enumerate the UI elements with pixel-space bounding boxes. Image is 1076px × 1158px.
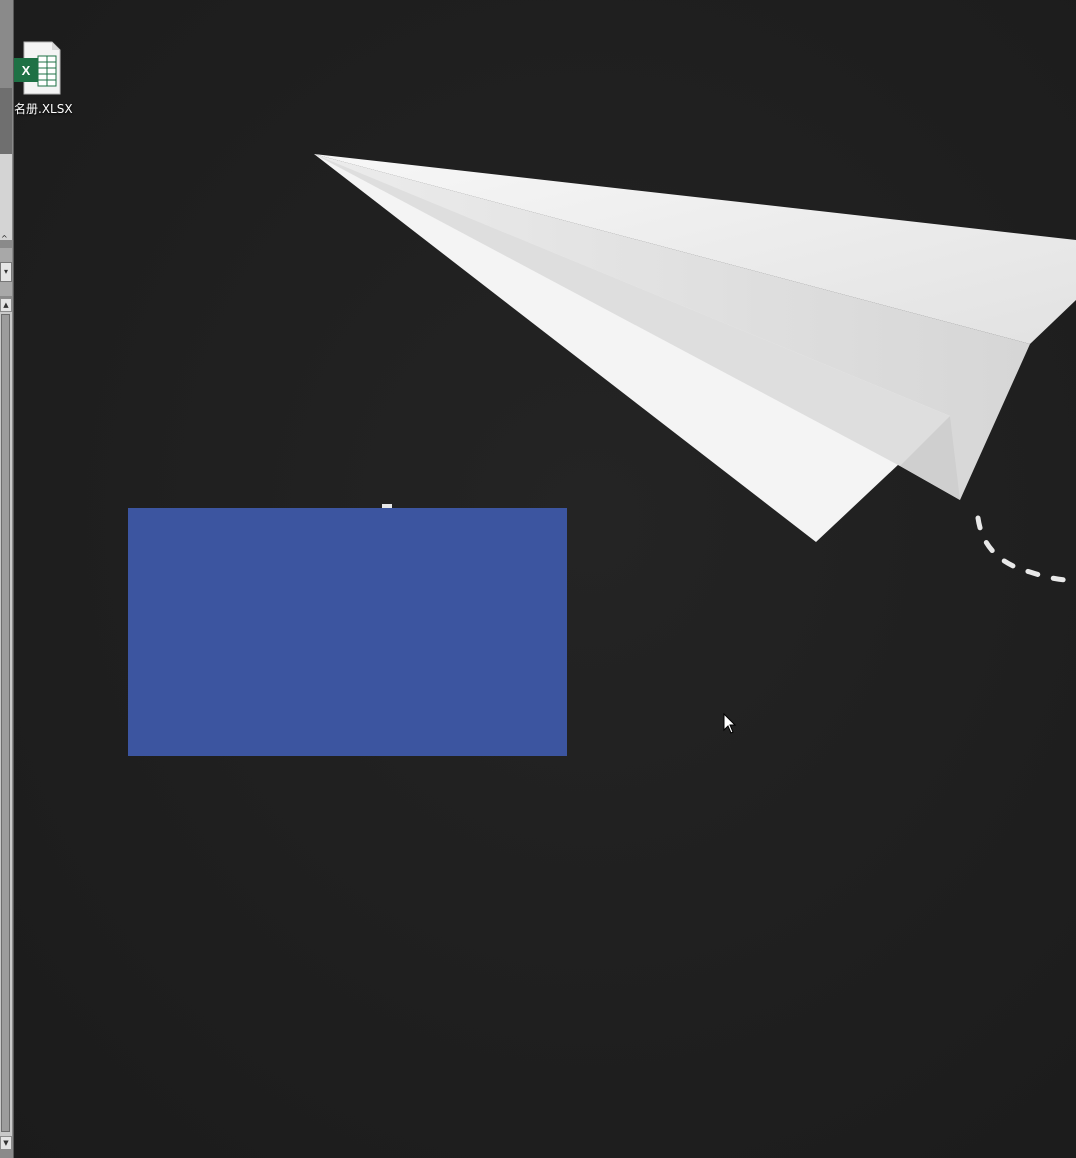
collapse-caret-icon[interactable]: ^ xyxy=(1,234,8,243)
excel-file-icon: X xyxy=(14,41,61,95)
scrollbar-thumb[interactable] xyxy=(1,314,10,1132)
desktop-icon-label: 名册.XLSX xyxy=(14,102,73,116)
excel-badge-letter: X xyxy=(22,63,31,78)
window-panel-light xyxy=(0,154,12,240)
desktop-icon-excel-file[interactable]: X 名册.XLSX xyxy=(10,38,74,118)
background-window-edge: ^ ▾ ▲ ▼ xyxy=(0,0,14,1158)
vertical-scrollbar[interactable]: ▲ ▼ xyxy=(0,298,12,1150)
dropdown-arrow-icon[interactable]: ▾ xyxy=(0,262,12,282)
scroll-up-button[interactable]: ▲ xyxy=(0,298,12,312)
mouse-cursor-icon xyxy=(723,713,737,734)
scroll-down-button[interactable]: ▼ xyxy=(0,1136,12,1150)
desktop[interactable]: ^ ▾ ▲ ▼ X 名册.XLSX xyxy=(0,0,1076,1158)
blue-blank-panel[interactable] xyxy=(128,508,567,756)
